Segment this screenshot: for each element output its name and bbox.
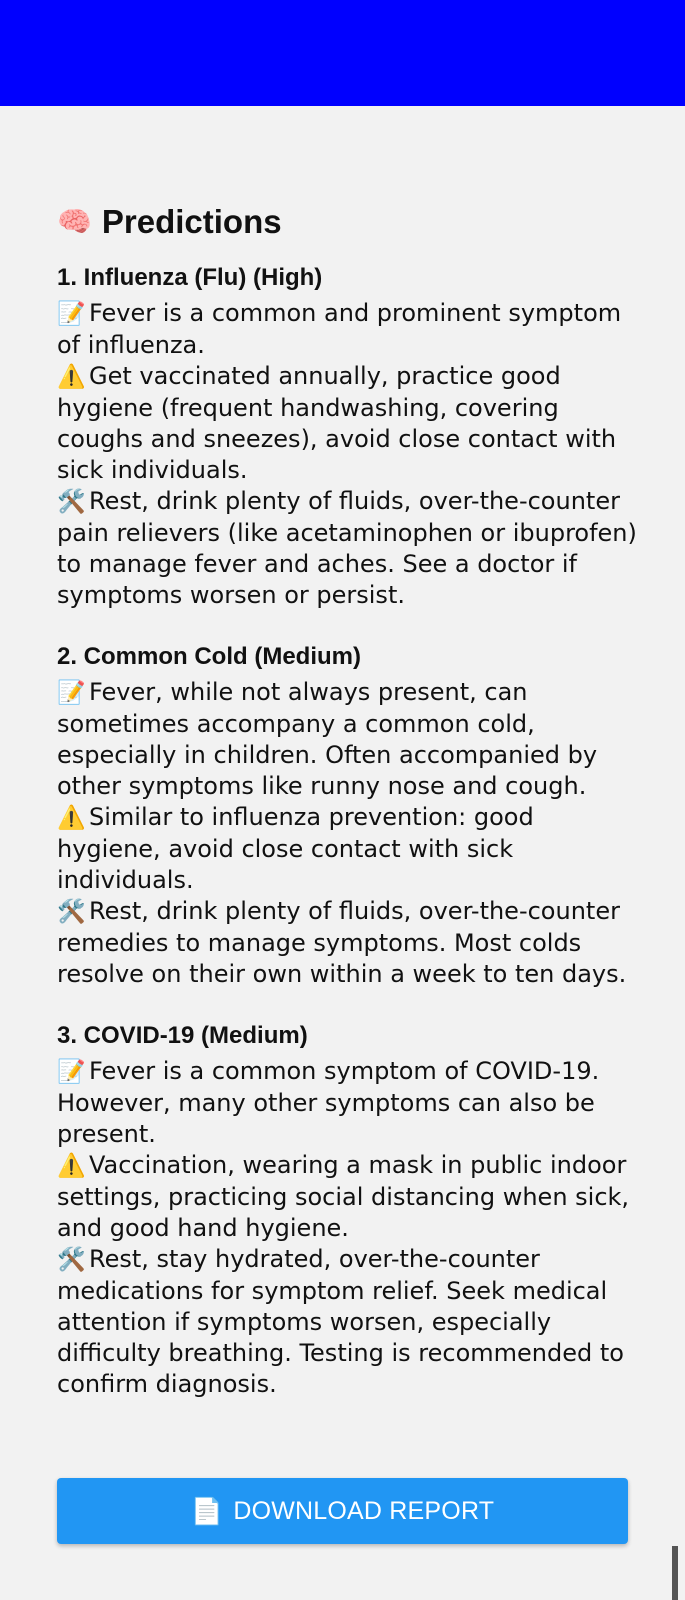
memo-icon: 📝 xyxy=(57,1059,86,1085)
prevention-text: Vaccination, wearing a mask in public in… xyxy=(57,1151,630,1242)
prediction-prevention: ⚠️ Vaccination, wearing a mask in public … xyxy=(57,1150,637,1244)
prediction-description: 📝 Fever, while not always present, can so… xyxy=(57,677,637,802)
tools-icon: 🛠️ xyxy=(57,1247,86,1273)
tools-icon: 🛠️ xyxy=(57,489,86,515)
warning-icon: ⚠️ xyxy=(57,1153,86,1179)
prediction-item: 1. Influenza (Flu) (High) 📝 Fever is a co… xyxy=(57,262,637,611)
prediction-item: 3. COVID-19 (Medium) 📝 Fever is a common … xyxy=(57,1020,637,1400)
prediction-heading: 3. COVID-19 (Medium) xyxy=(57,1022,308,1049)
prevention-text: Similar to influenza prevention: good hy… xyxy=(57,803,534,894)
prediction-treatment: 🛠️ Rest, stay hydrated, over-the-counter … xyxy=(57,1244,637,1400)
treatment-text: Rest, drink plenty of fluids, over-the-c… xyxy=(57,897,627,988)
prediction-item: 2. Common Cold (Medium) 📝 Fever, while no… xyxy=(57,641,637,990)
memo-icon: 📝 xyxy=(57,301,86,327)
top-app-bar xyxy=(0,0,685,106)
scrollbar-thumb[interactable] xyxy=(672,1546,678,1600)
brain-icon: 🧠 xyxy=(57,206,92,237)
download-report-label: DOWNLOAD REPORT xyxy=(233,1496,495,1525)
treatment-text: Rest, drink plenty of fluids, over-the-c… xyxy=(57,487,637,609)
document-icon: 📄 xyxy=(190,1495,224,1526)
prediction-prevention: ⚠️ Similar to influenza prevention: good … xyxy=(57,802,637,896)
prediction-description: 📝 Fever is a common and prominent symptom… xyxy=(57,298,637,361)
warning-icon: ⚠️ xyxy=(57,805,86,831)
memo-icon: 📝 xyxy=(57,680,86,706)
description-text: Fever is a common and prominent symptom … xyxy=(57,299,622,359)
section-title-label: Predictions xyxy=(101,203,282,240)
treatment-text: Rest, stay hydrated, over-the-counter me… xyxy=(57,1245,624,1398)
section-title: 🧠 Predictions xyxy=(57,202,637,242)
warning-icon: ⚠️ xyxy=(57,364,86,390)
download-report-button[interactable]: 📄 DOWNLOAD REPORT xyxy=(57,1478,628,1544)
prediction-heading: 2. Common Cold (Medium) xyxy=(57,643,361,670)
predictions-section: 🧠 Predictions 1. Influenza (Flu) (High) … xyxy=(57,202,637,1430)
prediction-prevention: ⚠️ Get vaccinated annually, practice good… xyxy=(57,361,637,486)
tools-icon: 🛠️ xyxy=(57,899,86,925)
prevention-text: Get vaccinated annually, practice good h… xyxy=(57,362,617,484)
prediction-description: 📝 Fever is a common symptom of COVID-19. … xyxy=(57,1056,637,1150)
prediction-heading: 1. Influenza (Flu) (High) xyxy=(57,264,323,291)
prediction-treatment: 🛠️ Rest, drink plenty of fluids, over-the… xyxy=(57,896,637,990)
description-text: Fever, while not always present, can som… xyxy=(57,678,598,800)
description-text: Fever is a common symptom of COVID-19. H… xyxy=(57,1057,600,1148)
prediction-treatment: 🛠️ Rest, drink plenty of fluids, over-the… xyxy=(57,486,637,611)
